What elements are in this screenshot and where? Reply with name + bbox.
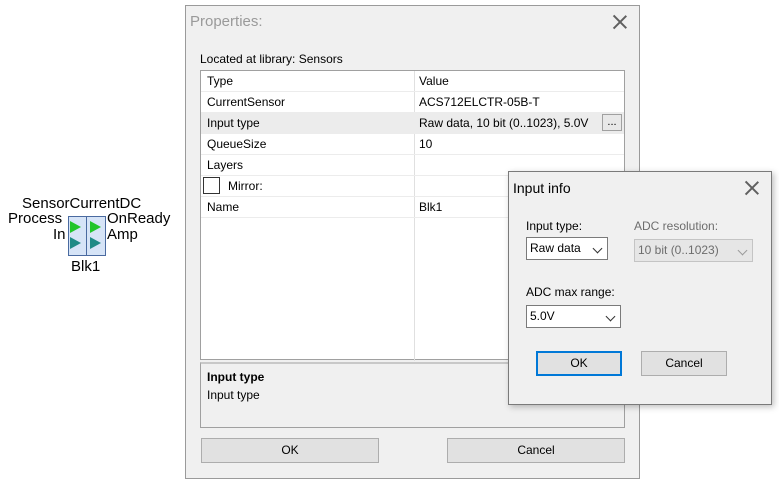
adc-resolution-value: 10 bit (0..1023) (638, 243, 719, 257)
ellipsis-button[interactable]: ... (602, 114, 622, 131)
adc-max-range-select[interactable]: 5.0V (526, 305, 621, 328)
ok-button[interactable]: OK (201, 438, 379, 463)
grid-header-type: Type (207, 74, 234, 88)
chevron-down-icon (592, 243, 603, 254)
cancel-button[interactable]: Cancel (447, 438, 625, 463)
property-name: Name (207, 200, 240, 214)
pin-label-process: Process (8, 210, 63, 227)
input-info-cancel-button[interactable]: Cancel (641, 351, 727, 376)
description-title: Input type (207, 370, 265, 384)
pin-label-amp: Amp (107, 226, 138, 243)
description-text: Input type (207, 388, 260, 402)
component-body[interactable] (68, 216, 106, 256)
grid-header-value: Value (419, 74, 449, 88)
property-name: QueueSize (207, 137, 267, 151)
property-name: Mirror: (228, 179, 263, 193)
input-info-dialog-title: Input info (513, 180, 571, 196)
input-pin-process-icon[interactable] (70, 221, 81, 233)
close-icon[interactable] (744, 180, 760, 196)
library-label: Located at library: Sensors (200, 52, 343, 66)
property-value[interactable]: Raw data, 10 bit (0..1023), 5.0V (419, 116, 588, 130)
input-pin-in-icon[interactable] (70, 237, 81, 249)
output-pin-onready-icon[interactable] (90, 221, 101, 233)
mirror-checkbox[interactable] (203, 177, 220, 194)
input-info-ok-button[interactable]: OK (536, 351, 622, 376)
grid-header-row: Type Value (201, 71, 624, 92)
input-type-select[interactable]: Raw data (526, 237, 608, 260)
input-type-value: Raw data (530, 241, 581, 255)
property-name: Layers (207, 158, 244, 172)
property-name: CurrentSensor (207, 95, 286, 109)
chevron-down-icon (737, 245, 748, 256)
input-type-label: Input type: (526, 219, 583, 233)
component-name: Blk1 (71, 258, 101, 275)
input-info-dialog: Input info Input type: Raw data ADC reso… (508, 171, 772, 405)
property-name: Input type (207, 116, 260, 130)
pin-label-in: In (53, 226, 66, 243)
adc-resolution-label: ADC resolution: (634, 219, 719, 233)
adc-max-range-label: ADC max range: (526, 285, 615, 299)
adc-resolution-select[interactable]: 10 bit (0..1023) (634, 239, 753, 262)
close-icon[interactable] (612, 14, 628, 30)
component-divider (86, 217, 87, 255)
property-row-queuesize[interactable]: QueueSize 10 (201, 134, 624, 155)
pin-label-onready: OnReady (107, 210, 171, 227)
properties-dialog-title: Properties: (190, 13, 263, 30)
property-value[interactable]: 10 (419, 137, 432, 151)
property-value[interactable]: Blk1 (419, 200, 442, 214)
property-value[interactable]: ACS712ELCTR-05B-T (419, 95, 540, 109)
output-pin-amp-icon[interactable] (90, 237, 101, 249)
property-row-currentsensor[interactable]: CurrentSensor ACS712ELCTR-05B-T (201, 92, 624, 113)
property-row-input-type[interactable]: Input type Raw data, 10 bit (0..1023), 5… (201, 113, 624, 134)
chevron-down-icon (605, 311, 616, 322)
adc-max-range-value: 5.0V (530, 309, 555, 323)
